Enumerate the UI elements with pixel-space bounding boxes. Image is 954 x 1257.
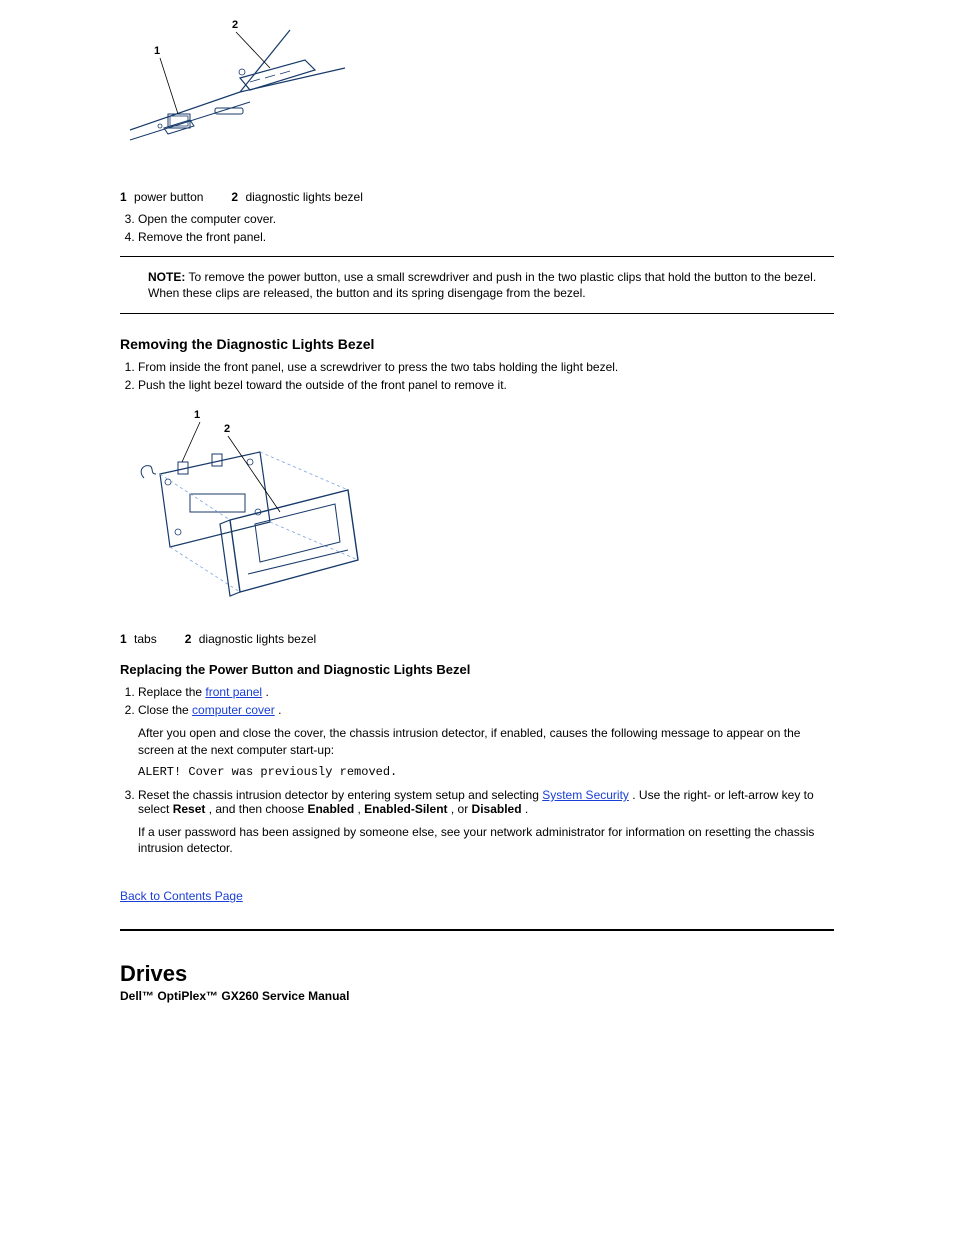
heading-replace-power-button: Replacing the Power Button and Diagnosti… [120, 662, 834, 677]
link-back-to-contents[interactable]: Back to Contents Page [120, 889, 243, 903]
legend2-num: 2 [231, 190, 238, 204]
heading-remove-diag-bezel: Removing the Diagnostic Lights Bezel [120, 336, 834, 352]
figure2-legend-item-2: 2 diagnostic lights bezel [185, 632, 316, 646]
rs3-e: , or [451, 802, 472, 816]
replace-step-2-b: . [278, 703, 281, 717]
replace-steps: Replace the front panel . Close the comp… [138, 685, 834, 717]
legend1-num: 1 [120, 190, 127, 204]
rs3-bold4: Enabled-Silent [364, 802, 447, 816]
figure1-svg: 1 2 [120, 10, 350, 180]
alert-msg: ALERT! Cover was previously removed. [138, 764, 834, 780]
link-computer-cover[interactable]: computer cover [192, 703, 275, 717]
note-box: NOTE: To remove the power button, use a … [120, 256, 834, 314]
remove-steps-a: Open the computer cover. Remove the fron… [138, 212, 834, 244]
legend2-text: diagnostic lights bezel [245, 190, 362, 204]
figure-power-button-callouts: 1 2 [120, 10, 834, 180]
legend2-1-num: 1 [120, 632, 127, 646]
link-system-security[interactable]: System Security [542, 788, 629, 802]
figure-diag-bezel-removal: 1 2 [120, 402, 834, 622]
figure1-callout-1: 1 [154, 45, 160, 57]
figure2-legend-item-1: 1 tabs [120, 632, 157, 646]
rs3-bold2: Reset [173, 802, 206, 816]
hint-user-password: If a user password has been assigned by … [138, 824, 834, 856]
section-divider [120, 929, 834, 931]
replace-step-1-b: . [265, 685, 268, 699]
figure1-legend-item-2: 2 diagnostic lights bezel [231, 190, 362, 204]
legend1-text: power button [134, 190, 203, 204]
replace-step-1: Replace the front panel . [138, 685, 834, 699]
heading-drives-subtitle: Dell™ OptiPlex™ GX260 Service Manual [120, 989, 834, 1003]
rs3-bold3: Enabled [307, 802, 354, 816]
rs3-a: Reset the chassis intrusion detector by … [138, 788, 542, 802]
figure2-callout-legend: 1 tabs 2 diagnostic lights bezel [120, 632, 834, 646]
heading-drives: Drives [120, 961, 834, 987]
figure2-callout-2: 2 [224, 423, 230, 435]
legend2-2-text: diagnostic lights bezel [199, 632, 316, 646]
note-label: NOTE: [148, 270, 185, 284]
replace-steps-continued: Reset the chassis intrusion detector by … [138, 788, 834, 816]
link-front-panel[interactable]: front panel [205, 685, 262, 699]
replace-step-2-a: Close the [138, 703, 192, 717]
replace-step-3: Reset the chassis intrusion detector by … [138, 788, 834, 816]
remove-diag-step-2: Push the light bezel toward the outside … [138, 378, 834, 392]
legend2-1-text: tabs [134, 632, 157, 646]
rs3-f: . [525, 802, 528, 816]
figure1-legend-item-1: 1 power button [120, 190, 203, 204]
figure2-callout-1: 1 [194, 409, 200, 421]
replace-step-2: Close the computer cover . [138, 703, 834, 717]
rs3-bold5: Disabled [472, 802, 522, 816]
remove-diag-steps: From inside the front panel, use a screw… [138, 360, 834, 392]
figure1-callout-legend: 1 power button 2 diagnostic lights bezel [120, 190, 834, 204]
rs3-c: , and then choose [209, 802, 308, 816]
step-4: Remove the front panel. [138, 230, 834, 244]
step-3: Open the computer cover. [138, 212, 834, 226]
note-body: To remove the power button, use a small … [148, 270, 816, 300]
figure2-svg: 1 2 [120, 402, 380, 622]
remove-diag-step-1: From inside the front panel, use a screw… [138, 360, 834, 374]
figure1-callout-2: 2 [232, 19, 238, 31]
chassis-intrusion-warn: After you open and close the cover, the … [138, 725, 834, 757]
replace-step-1-a: Replace the [138, 685, 205, 699]
legend2-2-num: 2 [185, 632, 192, 646]
